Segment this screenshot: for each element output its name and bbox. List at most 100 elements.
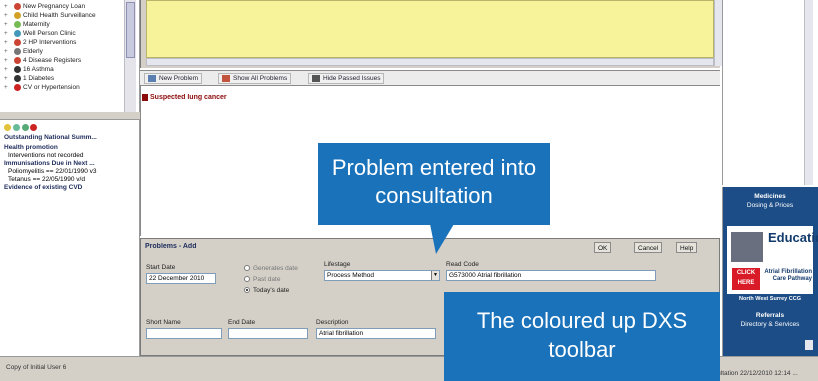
polio-text: Poliomyelitis == 22/01/1990 v3: [8, 168, 97, 175]
radio-generates-date[interactable]: [244, 265, 250, 271]
help-button[interactable]: Help: [676, 242, 698, 253]
short-name-field[interactable]: [146, 328, 222, 339]
pregnancy-icon: [14, 3, 21, 10]
chevron-down-icon[interactable]: ▼: [431, 271, 439, 280]
tree-item-label: 2 HP Interventions: [23, 39, 77, 46]
tree-item-label: Child Health Surveillance: [23, 12, 96, 19]
problem-icon: [142, 94, 148, 101]
tree-item[interactable]: +16 Asthma: [4, 65, 54, 74]
expand-icon[interactable]: +: [4, 74, 12, 83]
tree-item[interactable]: + New Pregnancy Loan: [4, 2, 85, 11]
tree-item-label: 1 Diabetes: [23, 75, 55, 82]
medicines-sub[interactable]: Dosing & Prices: [727, 202, 813, 210]
af-pathway-link[interactable]: Atrial Fibrillation Care Pathway: [764, 269, 812, 283]
left-divider: [0, 112, 140, 120]
right-scrollbar[interactable]: [804, 0, 813, 185]
hide-passed-button[interactable]: Hide Passed Issues: [308, 73, 385, 84]
tree-scrollbar[interactable]: [124, 0, 136, 112]
tree-item[interactable]: + Well Person Clinic: [4, 29, 76, 38]
callout-pointer: [430, 224, 454, 254]
description-label: Description: [316, 319, 349, 326]
tree-item[interactable]: + CV or Hypertension: [4, 83, 80, 92]
click-here-button[interactable]: CLICK HERE: [732, 268, 760, 290]
read-code-field[interactable]: G573000 Atrial fibrillation: [446, 270, 656, 281]
referrals-title[interactable]: Referrals: [727, 312, 813, 320]
status-user: Copy of Initial User 6: [6, 364, 67, 371]
tree-item-label: New Pregnancy Loan: [23, 3, 86, 10]
vertical-scrollbar[interactable]: [714, 0, 722, 66]
ccg-name: North West Surrey CCG: [739, 296, 801, 302]
radio-today-label: Today's date: [253, 287, 290, 294]
diabetes-icon: [14, 75, 21, 82]
tree-item[interactable]: +4 Disease Registers: [4, 56, 81, 65]
hide-passed-label: Hide Passed Issues: [323, 75, 381, 82]
start-date-field[interactable]: 22 December 2010: [146, 273, 216, 284]
warning-icon: [4, 124, 11, 131]
radio-past-label: Past date: [253, 276, 281, 283]
tree-item[interactable]: + Maternity: [4, 20, 50, 29]
child-health-icon: [14, 12, 21, 19]
consultation-notes-area[interactable]: [146, 0, 714, 58]
radio-today-date[interactable]: [244, 287, 250, 293]
tree-item-label: 4 Disease Registers: [23, 57, 82, 64]
education-photo: [731, 232, 763, 262]
expand-icon[interactable]: +: [4, 2, 12, 11]
right-panel-scrollbar[interactable]: [805, 340, 813, 350]
problems-toolbar: New Problem Show All Problems Hide Passe…: [140, 70, 720, 86]
dialog-title: Problems - Add: [145, 243, 197, 250]
cancel-button[interactable]: Cancel: [634, 242, 663, 253]
hide-icon: [312, 75, 320, 82]
well-person-icon: [14, 30, 21, 37]
heart-icon: [30, 124, 38, 131]
tree-item[interactable]: +1 Diabetes: [4, 74, 54, 83]
short-name-label: Short Name: [146, 319, 181, 326]
tree-item-label: 16 Asthma: [23, 66, 54, 73]
new-problem-label: New Problem: [159, 75, 199, 82]
expand-icon[interactable]: +: [4, 65, 12, 74]
education-title[interactable]: Education: [768, 230, 818, 245]
expand-icon[interactable]: +: [4, 38, 12, 47]
tree-item[interactable]: + Child Health Surveillance: [4, 11, 96, 20]
medicines-title[interactable]: Medicines: [727, 193, 813, 201]
cvd-text[interactable]: Evidence of existing CVD: [4, 184, 82, 192]
read-code-label: Read Code: [446, 261, 479, 268]
summary-title[interactable]: Outstanding National Summ...: [4, 134, 97, 142]
tetanus-text: Tetanus == 22/05/1990 v/d: [8, 176, 85, 183]
summary-panel: Outstanding National Summ... Health prom…: [0, 120, 140, 356]
intervention-text: Interventions not recorded: [8, 152, 84, 159]
end-date-label: End Date: [228, 319, 256, 326]
register-icon: [14, 57, 21, 64]
radio-past-date[interactable]: [244, 276, 250, 282]
callout-dxs-toolbar: The coloured up DXS toolbar: [444, 292, 720, 381]
expand-icon[interactable]: +: [4, 56, 12, 65]
referrals-sub[interactable]: Directory & Services: [727, 321, 813, 329]
radio-generates-label: Generates date: [253, 265, 298, 272]
expand-icon[interactable]: +: [4, 29, 12, 38]
leaf-icon: [21, 124, 29, 131]
tree-item-label: CV or Hypertension: [23, 84, 80, 91]
scrollbar-thumb[interactable]: [126, 2, 135, 58]
maternity-icon: [14, 21, 21, 28]
immunisations[interactable]: Immunisations Due in Next ...: [4, 160, 95, 168]
expand-icon[interactable]: +: [4, 20, 12, 29]
expand-icon[interactable]: +: [4, 11, 12, 20]
new-problem-icon: [148, 75, 156, 82]
summary-icons: [4, 124, 38, 134]
health-promotion[interactable]: Health promotion: [4, 144, 58, 152]
callout-problem-entered: Problem entered into consultation: [318, 143, 550, 225]
elderly-icon: [14, 48, 21, 55]
problem-item[interactable]: Suspected lung cancer: [150, 94, 227, 101]
start-date-label: Start Date: [146, 264, 176, 271]
new-problem-button[interactable]: New Problem: [144, 73, 203, 84]
expand-icon[interactable]: +: [4, 83, 12, 92]
description-field[interactable]: Atrial fibrillation: [316, 328, 436, 339]
horizontal-scrollbar[interactable]: [146, 58, 714, 66]
tree-item[interactable]: +2 HP Interventions: [4, 38, 76, 47]
intervention-icon: [14, 39, 21, 46]
ok-button[interactable]: OK: [594, 242, 612, 253]
expand-icon[interactable]: +: [4, 47, 12, 56]
end-date-field[interactable]: [228, 328, 308, 339]
show-all-problems-button[interactable]: Show All Problems: [218, 73, 292, 84]
lifestage-select[interactable]: Process Method: [324, 270, 440, 281]
tree-item[interactable]: + Elderly: [4, 47, 43, 56]
